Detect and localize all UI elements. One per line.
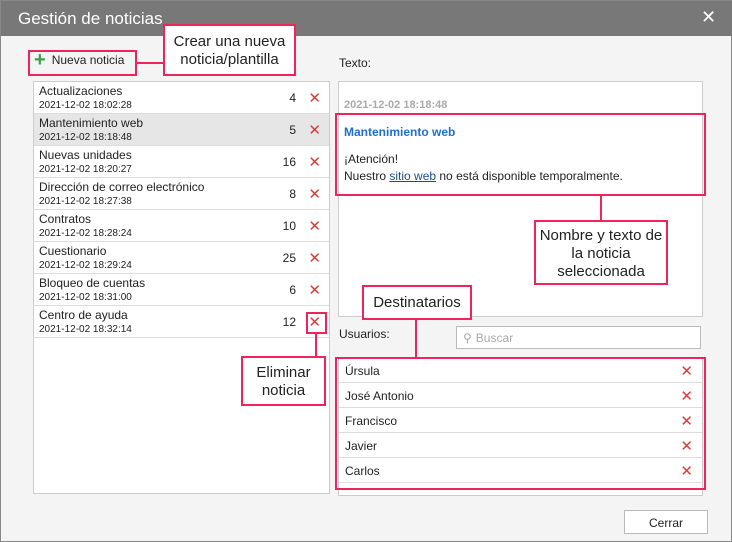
connector	[415, 320, 417, 357]
user-item[interactable]: Javier ✕	[339, 433, 702, 458]
window-title: Gestión de noticias	[18, 9, 163, 28]
search-icon: ⚲	[463, 331, 472, 345]
news-item[interactable]: Dirección de correo electrónico 2021-12-0…	[34, 178, 329, 210]
user-item[interactable]: Carlos ✕	[339, 458, 702, 483]
callout-delete: Eliminar noticia	[241, 356, 326, 406]
news-date: 2021-12-02 18:18:48	[39, 132, 132, 143]
delete-icon[interactable]: ✕	[308, 313, 321, 331]
news-date: 2021-12-02 18:31:00	[39, 292, 132, 303]
search-input[interactable]: ⚲ Buscar	[456, 326, 701, 349]
remove-user-icon[interactable]: ✕	[680, 362, 693, 380]
recipient-count: 4	[289, 91, 296, 105]
recipient-count: 25	[282, 251, 296, 265]
news-name: Bloqueo de cuentas	[39, 276, 146, 290]
new-news-button[interactable]: + Nueva noticia	[34, 49, 125, 71]
news-name: Actualizaciones	[39, 84, 123, 98]
remove-user-icon[interactable]: ✕	[680, 437, 693, 455]
delete-icon[interactable]: ✕	[308, 153, 321, 171]
remove-user-icon[interactable]: ✕	[680, 387, 693, 405]
user-name: Francisco	[345, 414, 398, 428]
news-title: Mantenimiento web	[344, 125, 456, 139]
news-item[interactable]: Actualizaciones 2021-12-02 18:02:28 4 ✕	[34, 82, 329, 114]
news-item[interactable]: Contratos 2021-12-02 18:28:24 10 ✕	[34, 210, 329, 242]
recipient-count: 5	[289, 123, 296, 137]
user-item[interactable]: José Antonio ✕	[339, 383, 702, 408]
recipient-count: 8	[289, 187, 296, 201]
news-name: Cuestionario	[39, 244, 107, 258]
search-placeholder: Buscar	[475, 331, 514, 345]
user-name: Javier	[345, 439, 378, 453]
news-date: 2021-12-02 18:27:38	[39, 196, 132, 207]
close-button[interactable]: Cerrar	[624, 510, 708, 534]
recipient-count: 6	[289, 283, 296, 297]
news-item[interactable]: Centro de ayuda 2021-12-02 18:32:14 12 ✕	[34, 306, 329, 338]
callout-create: Crear una nueva noticia/plantilla	[163, 24, 296, 76]
news-date: 2021-12-02 18:32:14	[39, 324, 132, 335]
news-text: Nuestro	[344, 169, 390, 183]
delete-icon[interactable]: ✕	[308, 281, 321, 299]
user-item[interactable]: Úrsula ✕	[339, 358, 702, 383]
news-body: ¡Atención! Nuestro sitio web no está dis…	[344, 151, 623, 185]
news-text: no está disponible temporalmente.	[436, 169, 623, 183]
callout-recipients: Destinatarios	[362, 285, 472, 320]
news-name: Dirección de correo electrónico	[39, 180, 205, 194]
user-name: Úrsula	[345, 364, 380, 378]
delete-icon[interactable]: ✕	[308, 249, 321, 267]
user-name: José Antonio	[345, 389, 414, 403]
users-label: Usuarios:	[339, 327, 390, 341]
news-item[interactable]: Cuestionario 2021-12-02 18:29:24 25 ✕	[34, 242, 329, 274]
remove-user-icon[interactable]: ✕	[680, 412, 693, 430]
news-item[interactable]: Nuevas unidades 2021-12-02 18:20:27 16 ✕	[34, 146, 329, 178]
user-item[interactable]: Francisco ✕	[339, 408, 702, 433]
recipient-count: 10	[282, 219, 296, 233]
delete-icon[interactable]: ✕	[308, 89, 321, 107]
news-item[interactable]: Bloqueo de cuentas 2021-12-02 18:31:00 6 ✕	[34, 274, 329, 306]
news-name: Contratos	[39, 212, 92, 226]
recipient-count: 16	[282, 155, 296, 169]
close-icon[interactable]: ✕	[701, 7, 716, 28]
delete-icon[interactable]: ✕	[308, 217, 321, 235]
news-name: Mantenimiento web	[39, 116, 144, 130]
delete-icon[interactable]: ✕	[308, 185, 321, 203]
news-date: 2021-12-02 18:29:24	[39, 260, 132, 271]
callout-detail: Nombre y texto de la noticia seleccionad…	[534, 220, 668, 285]
news-date: 2021-12-02 18:02:28	[39, 100, 132, 111]
news-date: 2021-12-02 18:28:24	[39, 228, 132, 239]
connector	[600, 196, 602, 220]
news-timestamp: 2021-12-02 18:18:48	[344, 99, 448, 111]
news-name: Nuevas unidades	[39, 148, 132, 162]
user-name: Carlos	[345, 464, 380, 478]
connector	[315, 334, 317, 356]
news-list: Actualizaciones 2021-12-02 18:02:28 4 ✕ Mant…	[33, 81, 330, 494]
news-date: 2021-12-02 18:20:27	[39, 164, 132, 175]
news-line: ¡Atención!	[344, 152, 399, 166]
site-link[interactable]: sitio web	[389, 169, 436, 183]
connector	[137, 62, 163, 64]
title-bar: Gestión de noticias	[1, 1, 732, 36]
recipient-count: 12	[282, 315, 296, 329]
new-news-label: Nueva noticia	[51, 53, 125, 67]
text-label: Texto:	[339, 56, 372, 70]
remove-user-icon[interactable]: ✕	[680, 462, 693, 480]
users-list: Úrsula ✕ José Antonio ✕ Francisco ✕ Javier ✕ Car…	[338, 357, 703, 496]
delete-icon[interactable]: ✕	[308, 121, 321, 139]
plus-icon: +	[34, 49, 46, 71]
news-name: Centro de ayuda	[39, 308, 128, 322]
news-item[interactable]: Mantenimiento web 2021-12-02 18:18:48 5 ✕	[34, 114, 329, 146]
